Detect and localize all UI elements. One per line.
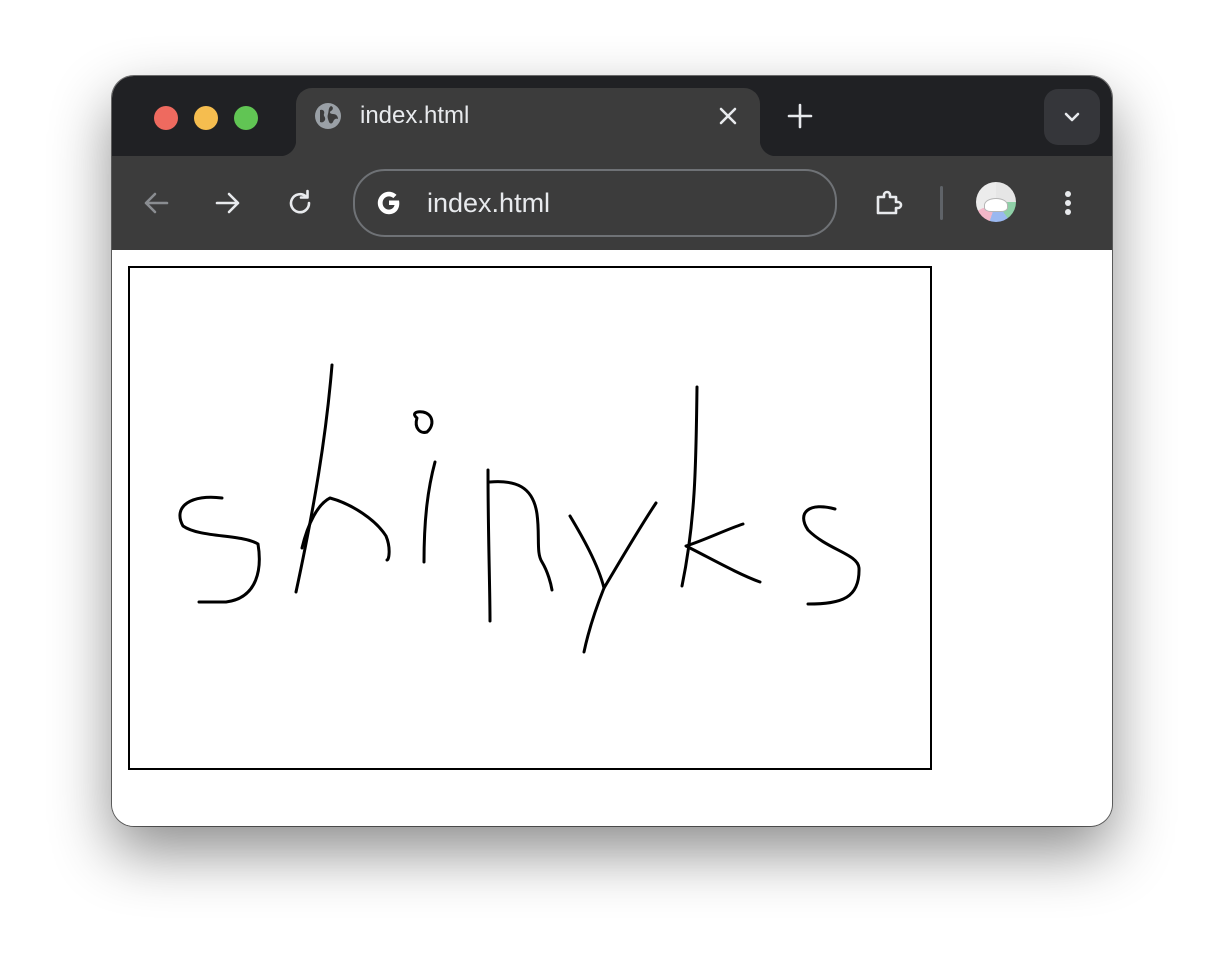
- forward-button[interactable]: [210, 185, 246, 221]
- stroke-k-stem: [680, 385, 699, 588]
- google-g-icon: [377, 191, 400, 215]
- tab-search-button[interactable]: [1044, 89, 1100, 145]
- browser-window: index.html index.html: [112, 76, 1112, 826]
- tab-strip: index.html: [112, 76, 1112, 156]
- chevron-down-icon: [1064, 112, 1080, 122]
- fullscreen-window-button[interactable]: [234, 106, 258, 130]
- browser-toolbar: index.html: [112, 156, 1112, 250]
- stroke-n-stem: [486, 468, 492, 623]
- stroke-h-arch: [300, 496, 391, 562]
- handwritten-drawing: [178, 363, 861, 654]
- tab-index-html[interactable]: index.html: [280, 88, 776, 156]
- stroke-h-ascender: [294, 363, 334, 594]
- address-bar[interactable]: index.html: [353, 169, 837, 237]
- minimize-window-button[interactable]: [194, 106, 218, 130]
- globe-icon: [315, 103, 341, 129]
- stroke-i-dot: [413, 410, 434, 434]
- tab-title: index.html: [360, 102, 470, 129]
- close-window-button[interactable]: [154, 106, 178, 130]
- close-icon[interactable]: [716, 104, 740, 128]
- new-tab-button[interactable]: [786, 102, 814, 130]
- puzzle-icon[interactable]: [870, 185, 906, 221]
- stroke-i: [422, 460, 437, 564]
- stroke-k-arm: [684, 522, 762, 584]
- kebab-menu-icon[interactable]: [1050, 185, 1086, 221]
- stroke-y-left: [568, 514, 606, 590]
- stroke-s1: [178, 495, 261, 604]
- stroke-s2: [802, 505, 861, 606]
- back-button[interactable]: [138, 185, 174, 221]
- url-text: index.html: [427, 188, 551, 218]
- stroke-y-right: [582, 501, 658, 654]
- avatar[interactable]: [976, 182, 1016, 222]
- reload-button[interactable]: [282, 185, 318, 221]
- drawing-canvas[interactable]: [128, 266, 932, 770]
- stroke-n-arch: [488, 480, 554, 592]
- toolbar-divider: [940, 186, 943, 220]
- page-content: [112, 250, 1112, 826]
